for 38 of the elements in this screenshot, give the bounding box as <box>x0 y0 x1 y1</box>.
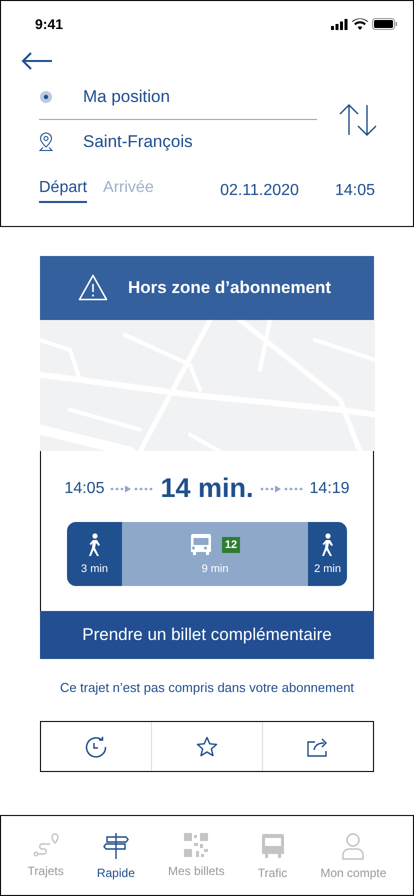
swap-arrows-icon[interactable] <box>339 104 377 136</box>
walking-person-icon <box>86 533 102 558</box>
signpost-icon <box>102 832 129 860</box>
origin-field[interactable]: Ma position <box>83 87 170 107</box>
warning-icon <box>78 274 108 302</box>
wifi-icon <box>352 18 368 30</box>
qr-code-icon <box>183 832 210 858</box>
share-icon[interactable] <box>307 736 329 756</box>
nav-tab[interactable]: Rapide <box>96 832 135 895</box>
favorite-star-icon[interactable] <box>196 736 218 758</box>
destination-field[interactable]: Saint-François <box>83 132 193 152</box>
warning-text: Hors zone d’abonnement <box>128 278 332 298</box>
history-clock-icon[interactable] <box>85 736 107 758</box>
map-pin-icon <box>39 132 53 152</box>
arrival-time: 14:19 <box>310 480 350 498</box>
buy-ticket-button[interactable]: Prendre un billet complémentaire <box>40 611 374 659</box>
walking-person-icon <box>320 533 336 558</box>
person-icon <box>341 832 366 860</box>
status-time: 9:41 <box>35 16 64 32</box>
date-field[interactable]: 02.11.2020 <box>220 182 299 200</box>
dotted-arrow-icon <box>110 484 154 493</box>
bus-icon <box>260 832 284 860</box>
signal-icon <box>331 18 348 30</box>
segment-duration: 2 min <box>314 563 341 576</box>
time-field[interactable]: 14:05 <box>334 182 375 200</box>
back-arrow-icon[interactable] <box>21 51 53 71</box>
departure-time: 14:05 <box>64 480 104 498</box>
mode-tab[interactable]: Départ <box>39 178 88 203</box>
dotted-arrow-icon <box>260 484 304 493</box>
segment-duration: 3 min <box>81 563 108 576</box>
trip-duration: 14 min. <box>160 473 254 504</box>
route-icon <box>32 832 59 858</box>
battery-icon <box>372 18 397 30</box>
line-number-badge: 12 <box>222 537 240 554</box>
info-note: Ce trajet n’est pas compris dans votre abonnement <box>58 680 356 695</box>
location-dot-icon <box>39 90 53 104</box>
segment-duration: 9 min <box>202 563 228 576</box>
bus-icon <box>190 533 212 558</box>
